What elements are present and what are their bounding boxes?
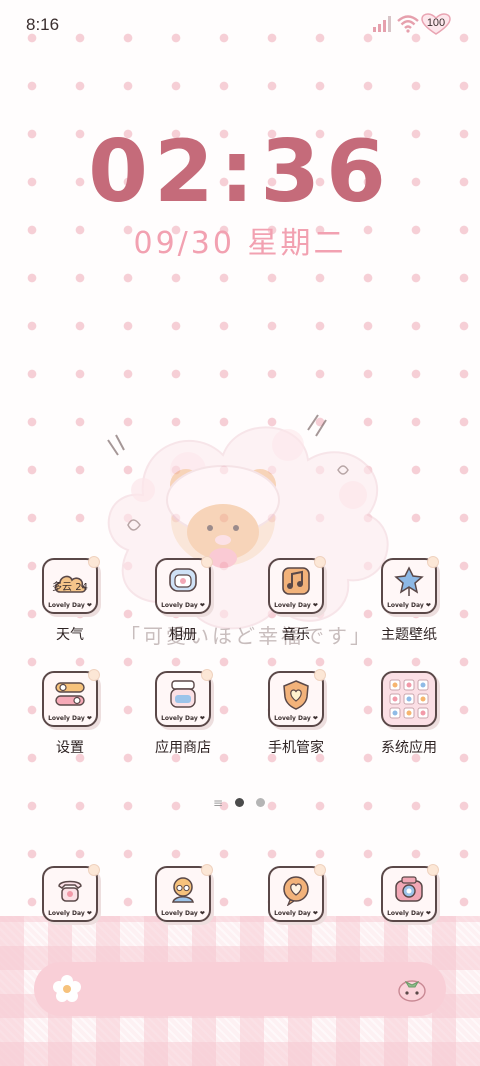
corner-dot bbox=[314, 556, 326, 568]
corner-dot bbox=[201, 669, 213, 681]
contacts-icon[interactable]: Lovely Day ❤ bbox=[155, 864, 213, 922]
app-label: 系统应用 bbox=[381, 740, 437, 756]
lovely-day-tag: Lovely Day ❤ bbox=[48, 602, 92, 609]
lovely-day-tag: Lovely Day ❤ bbox=[48, 910, 92, 917]
dock-contacts[interactable]: Lovely Day ❤ bbox=[133, 864, 233, 922]
weather-badge: 多云 24 bbox=[52, 582, 88, 593]
phone-icon[interactable]: Lovely Day ❤ bbox=[42, 864, 100, 922]
app-label: 手机管家 bbox=[268, 740, 324, 756]
app-store[interactable]: Lovely Day ❤ 应用商店 bbox=[133, 669, 233, 757]
music-note-icon[interactable]: Lovely Day ❤ bbox=[268, 556, 326, 614]
status-bar: 8:16 100 bbox=[0, 0, 480, 50]
dock-phone[interactable]: Lovely Day ❤ bbox=[20, 864, 120, 922]
flower-icon[interactable] bbox=[52, 974, 82, 1004]
corner-dot bbox=[201, 864, 213, 876]
corner-dot bbox=[88, 556, 100, 568]
corner-dot bbox=[88, 864, 100, 876]
lovely-day-tag: Lovely Day ❤ bbox=[161, 910, 205, 917]
dock-camera[interactable]: Lovely Day ❤ bbox=[359, 864, 459, 922]
battery-icon: 100 bbox=[421, 13, 451, 35]
camera-icon[interactable]: Lovely Day ❤ bbox=[381, 864, 439, 922]
search-bar[interactable] bbox=[34, 962, 446, 1016]
persimmon-icon[interactable] bbox=[396, 972, 428, 1004]
app-theme[interactable]: Lovely Day ❤ 主题壁纸 bbox=[359, 556, 459, 644]
app-phone-manager[interactable]: Lovely Day ❤ 手机管家 bbox=[246, 669, 346, 757]
app-label: 音乐 bbox=[282, 627, 310, 643]
page-list-icon[interactable]: ≡ bbox=[213, 796, 223, 810]
lovely-day-tag: Lovely Day ❤ bbox=[387, 910, 431, 917]
messages-heart-icon[interactable]: Lovely Day ❤ bbox=[268, 864, 326, 922]
corner-dot bbox=[314, 864, 326, 876]
system-apps-folder-icon[interactable] bbox=[381, 671, 437, 727]
app-label: 设置 bbox=[56, 740, 84, 756]
corner-dot bbox=[201, 556, 213, 568]
battery-level: 100 bbox=[426, 17, 446, 29]
lovely-day-tag: Lovely Day ❤ bbox=[48, 715, 92, 722]
app-label: 主题壁纸 bbox=[381, 627, 437, 643]
app-label: 相册 bbox=[169, 627, 197, 643]
signal-icon bbox=[373, 16, 391, 32]
page-indicator[interactable]: ≡ bbox=[0, 796, 480, 810]
page-dot[interactable] bbox=[256, 798, 265, 807]
theme-balloon-icon[interactable]: Lovely Day ❤ bbox=[381, 556, 439, 614]
corner-dot bbox=[88, 669, 100, 681]
app-store-jar-icon[interactable]: Lovely Day ❤ bbox=[155, 669, 213, 727]
clock-time[interactable]: 02:36 bbox=[0, 122, 480, 222]
album-icon[interactable]: Lovely Day ❤ bbox=[155, 556, 213, 614]
lovely-day-tag: Lovely Day ❤ bbox=[161, 715, 205, 722]
app-music[interactable]: Lovely Day ❤ 音乐 bbox=[246, 556, 346, 644]
app-settings[interactable]: Lovely Day ❤ 设置 bbox=[20, 669, 120, 757]
weather-cloud-icon[interactable]: 多云 24 Lovely Day ❤ bbox=[42, 556, 100, 614]
dock-messages[interactable]: Lovely Day ❤ bbox=[246, 864, 346, 922]
app-album[interactable]: Lovely Day ❤ 相册 bbox=[133, 556, 233, 644]
lovely-day-tag: Lovely Day ❤ bbox=[274, 602, 318, 609]
page-dot-active[interactable] bbox=[235, 798, 244, 807]
corner-dot bbox=[427, 556, 439, 568]
clock-date: 09/30 星期二 bbox=[133, 226, 347, 261]
app-system-folder[interactable]: 系统应用 bbox=[359, 671, 459, 757]
wifi-icon bbox=[397, 15, 419, 33]
lovely-day-tag: Lovely Day ❤ bbox=[274, 715, 318, 722]
lovely-day-tag: Lovely Day ❤ bbox=[274, 910, 318, 917]
status-time: 8:16 bbox=[26, 15, 60, 34]
phone-manager-shield-icon[interactable]: Lovely Day ❤ bbox=[268, 669, 326, 727]
app-label: 应用商店 bbox=[155, 740, 211, 756]
app-label: 天气 bbox=[56, 627, 84, 643]
corner-dot bbox=[427, 864, 439, 876]
settings-toggle-icon[interactable]: Lovely Day ❤ bbox=[42, 669, 100, 727]
corner-dot bbox=[314, 669, 326, 681]
lovely-day-tag: Lovely Day ❤ bbox=[161, 602, 205, 609]
app-weather[interactable]: 多云 24 Lovely Day ❤ 天气 bbox=[20, 556, 120, 644]
lovely-day-tag: Lovely Day ❤ bbox=[387, 602, 431, 609]
